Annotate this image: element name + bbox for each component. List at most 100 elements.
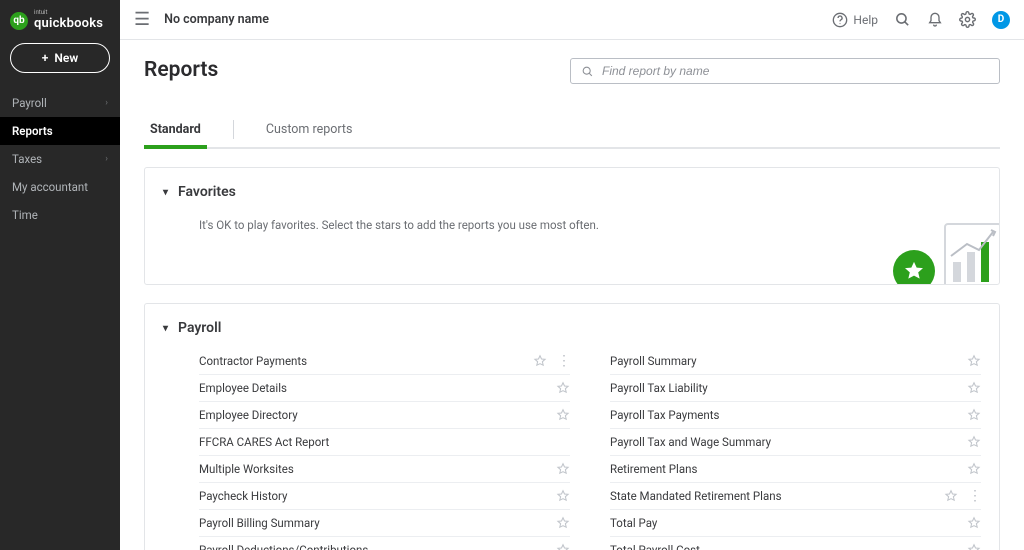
page-title: Reports [144, 58, 218, 82]
report-actions [967, 381, 981, 395]
sidebar-item-taxes[interactable]: Taxes› [0, 145, 120, 173]
search-input[interactable] [602, 64, 989, 78]
sidebar-item-label: Payroll [12, 96, 47, 110]
report-link[interactable]: FFCRA CARES Act Report [199, 435, 329, 449]
kebab-icon[interactable]: ⋮ [557, 354, 570, 368]
report-actions [556, 489, 570, 503]
topbar: ☰ No company name Help D [120, 0, 1024, 40]
report-actions: ⋮ [533, 354, 570, 368]
payroll-card: ▾ Payroll Contractor Payments ⋮ Employee D… [144, 303, 1000, 550]
plus-icon: + [42, 51, 49, 65]
report-item: State Mandated Retirement Plans ⋮ [610, 483, 981, 510]
star-icon[interactable] [967, 543, 981, 550]
report-item: Total Pay [610, 510, 981, 537]
kebab-icon[interactable]: ⋮ [968, 489, 981, 503]
star-icon[interactable] [556, 381, 570, 395]
sidebar-item-reports[interactable]: Reports [0, 117, 120, 145]
favorites-title: Favorites [178, 184, 236, 200]
star-icon[interactable] [967, 381, 981, 395]
report-link[interactable]: Payroll Tax Liability [610, 381, 708, 395]
report-item: Payroll Tax Payments [610, 402, 981, 429]
sidebar-item-time[interactable]: Time [0, 201, 120, 229]
report-link[interactable]: Payroll Tax Payments [610, 408, 719, 422]
tabs: Standard Custom reports [144, 112, 1000, 149]
favorites-illustration [893, 222, 1000, 285]
report-actions [967, 354, 981, 368]
sidebar-item-label: Reports [12, 124, 53, 138]
report-actions [967, 543, 981, 550]
report-link[interactable]: Payroll Tax and Wage Summary [610, 435, 771, 449]
sidebar: qb intuit quickbooks + New Payroll › Repor… [0, 0, 120, 550]
logo: qb intuit quickbooks [0, 0, 120, 43]
report-item: Contractor Payments ⋮ [199, 348, 570, 375]
report-item: Employee Details [199, 375, 570, 402]
report-link[interactable]: Paycheck History [199, 489, 287, 503]
report-actions: ⋮ [944, 489, 981, 503]
star-icon[interactable] [967, 462, 981, 476]
chevron-down-icon: ▾ [163, 323, 168, 334]
payroll-col-right: Payroll Summary Payroll Tax Liability Payr… [610, 348, 981, 550]
payroll-title: Payroll [178, 320, 221, 336]
report-link[interactable]: Total Payroll Cost [610, 543, 700, 550]
logo-product: quickbooks [34, 16, 103, 31]
report-link[interactable]: Payroll Summary [610, 354, 697, 368]
help-icon [832, 12, 848, 28]
star-icon[interactable] [533, 354, 547, 368]
payroll-toggle[interactable]: ▾ Payroll [163, 320, 981, 336]
report-link[interactable]: Payroll Deductions/Contributions [199, 543, 368, 550]
tab-custom-reports[interactable]: Custom reports [260, 112, 359, 147]
chevron-right-icon: › [105, 154, 108, 164]
report-actions [967, 516, 981, 530]
report-link[interactable]: Employee Details [199, 381, 287, 395]
search-icon[interactable] [894, 11, 911, 28]
report-link[interactable]: Contractor Payments [199, 354, 307, 368]
report-item: Payroll Billing Summary [199, 510, 570, 537]
star-badge-icon [893, 250, 935, 285]
report-link[interactable]: Retirement Plans [610, 462, 697, 476]
star-icon[interactable] [967, 408, 981, 422]
main: ☰ No company name Help D Reports [120, 0, 1024, 550]
help-label: Help [853, 13, 878, 27]
report-item: Retirement Plans [610, 456, 981, 483]
report-link[interactable]: Employee Directory [199, 408, 298, 422]
report-link[interactable]: Total Pay [610, 516, 657, 530]
report-item: Payroll Tax Liability [610, 375, 981, 402]
star-icon[interactable] [556, 516, 570, 530]
star-icon[interactable] [967, 354, 981, 368]
star-icon[interactable] [556, 489, 570, 503]
report-actions [556, 381, 570, 395]
help-link[interactable]: Help [832, 12, 878, 28]
star-icon[interactable] [556, 408, 570, 422]
favorites-toggle[interactable]: ▾ Favorites [163, 184, 981, 200]
star-icon[interactable] [556, 543, 570, 550]
sidebar-item-payroll[interactable]: Payroll › [0, 89, 120, 117]
report-link[interactable]: State Mandated Retirement Plans [610, 489, 782, 503]
report-item: Payroll Deductions/Contributions [199, 537, 570, 550]
report-item: Total Payroll Cost [610, 537, 981, 550]
report-item: Payroll Summary [610, 348, 981, 375]
bell-icon[interactable] [927, 12, 943, 28]
report-link[interactable]: Multiple Worksites [199, 462, 294, 476]
report-actions [967, 435, 981, 449]
logo-mark-icon: qb [10, 12, 28, 30]
report-actions [556, 408, 570, 422]
gear-icon[interactable] [959, 11, 976, 28]
menu-toggle-icon[interactable]: ☰ [134, 11, 150, 29]
star-icon[interactable] [967, 516, 981, 530]
chevron-right-icon: › [105, 98, 108, 108]
payroll-col-left: Contractor Payments ⋮ Employee Details Empl… [199, 348, 570, 550]
chart-illustration-icon [943, 222, 1000, 285]
report-item: Paycheck History [199, 483, 570, 510]
report-actions [556, 543, 570, 550]
star-icon[interactable] [967, 435, 981, 449]
star-icon[interactable] [556, 462, 570, 476]
sidebar-item-my-accountant[interactable]: My accountant [0, 173, 120, 201]
avatar[interactable]: D [992, 11, 1010, 29]
tab-standard[interactable]: Standard [144, 112, 207, 147]
star-icon[interactable] [944, 489, 958, 503]
report-item: FFCRA CARES Act Report [199, 429, 570, 456]
new-button[interactable]: + New [10, 43, 110, 73]
search-box[interactable] [570, 58, 1000, 84]
new-button-label: New [54, 51, 78, 65]
report-link[interactable]: Payroll Billing Summary [199, 516, 320, 530]
